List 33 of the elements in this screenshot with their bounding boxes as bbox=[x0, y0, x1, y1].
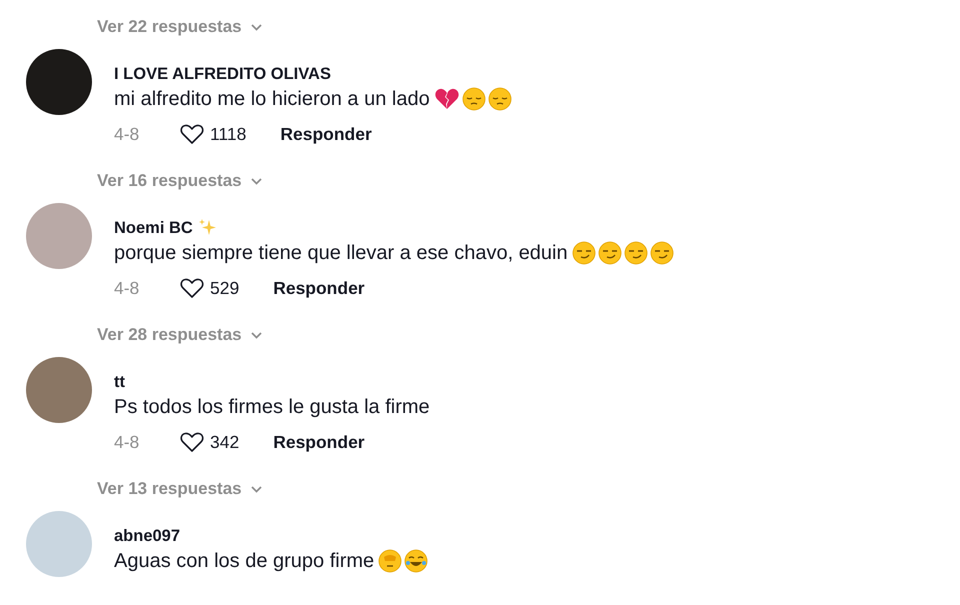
comment-date: 4-8 bbox=[114, 278, 140, 298]
pensive-face-icon bbox=[488, 87, 512, 111]
smirk-face-icon bbox=[624, 241, 648, 265]
like-button[interactable]: 342 bbox=[180, 431, 240, 453]
like-button[interactable]: 529 bbox=[180, 277, 240, 299]
username[interactable]: Noemi BC bbox=[114, 218, 193, 238]
smirk-face-icon bbox=[572, 241, 596, 265]
comment-text: porque siempre tiene que llevar a ese chavo, eduin bbox=[114, 242, 568, 264]
reply-button[interactable]: Responder bbox=[273, 432, 365, 452]
chevron-down-icon bbox=[250, 22, 263, 32]
laughing-face-icon bbox=[404, 549, 428, 573]
comment-text: Ps todos los firmes le gusta la firme bbox=[114, 396, 430, 418]
username[interactable]: I LOVE ALFREDITO OLIVAS bbox=[114, 64, 331, 84]
heart-icon bbox=[180, 431, 204, 453]
comment-date: 4-8 bbox=[114, 124, 140, 144]
comment-text: Aguas con los de grupo firme bbox=[114, 550, 374, 572]
username[interactable]: abne097 bbox=[114, 526, 180, 546]
smirk-face-icon bbox=[598, 241, 622, 265]
comment-text: mi alfredito me lo hicieron a un lado bbox=[114, 88, 430, 110]
reply-button[interactable]: Responder bbox=[273, 278, 365, 298]
reply-button[interactable]: Responder bbox=[280, 124, 372, 144]
like-button[interactable]: 1118 bbox=[180, 123, 246, 145]
comment-date: 4-8 bbox=[114, 432, 140, 452]
face-face-icon bbox=[378, 549, 402, 573]
chevron-down-icon bbox=[250, 484, 263, 494]
username[interactable]: tt bbox=[114, 372, 125, 392]
broken-heart-icon bbox=[434, 87, 460, 111]
chevron-down-icon bbox=[250, 176, 263, 186]
heart-icon bbox=[180, 123, 204, 145]
pensive-face-icon bbox=[462, 87, 486, 111]
smirk-face-icon bbox=[650, 241, 674, 265]
heart-icon bbox=[180, 277, 204, 299]
chevron-down-icon bbox=[250, 330, 263, 340]
